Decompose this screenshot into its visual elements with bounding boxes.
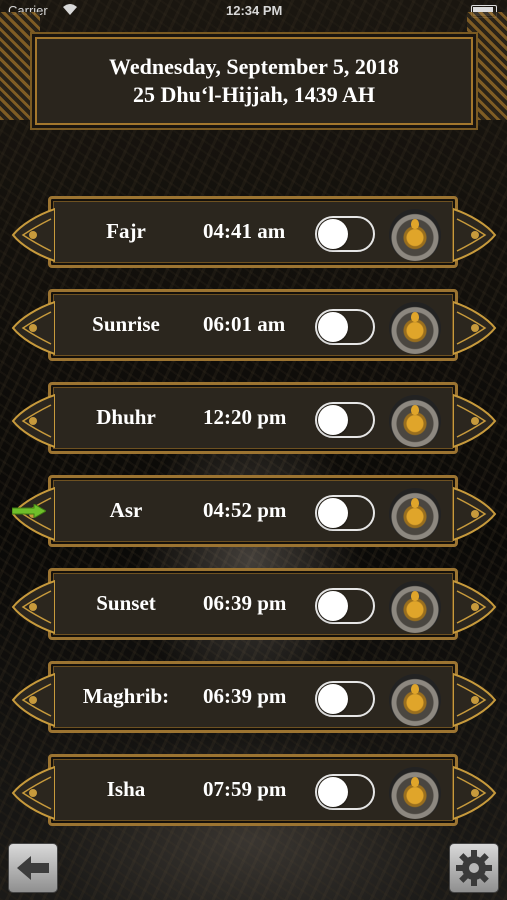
- bell-dial-icon[interactable]: [389, 209, 441, 261]
- settings-button[interactable]: [449, 843, 499, 893]
- toggle-knob: [318, 777, 348, 807]
- bell-dial-icon[interactable]: [389, 674, 441, 726]
- prayer-time: 12:20 pm: [203, 405, 287, 429]
- bell-dial-icon[interactable]: [389, 395, 441, 447]
- prayer-row-isha: Isha 07:59 pm: [11, 754, 497, 826]
- date-header: Wednesday, September 5, 2018 25 Dhu‘l-Hi…: [30, 32, 478, 130]
- right-ornament-icon: [453, 300, 497, 356]
- toggle-knob: [318, 312, 348, 342]
- prayer-time: 06:39 pm: [203, 591, 287, 615]
- alarm-toggle[interactable]: [315, 681, 375, 717]
- prayer-row-sunrise: Sunrise 06:01 am: [11, 289, 497, 361]
- prayer-name: Sunset: [96, 591, 156, 615]
- toggle-knob: [318, 405, 348, 435]
- prayer-row-asr: Asr 04:52 pm: [11, 475, 497, 547]
- prayer-time: 04:52 pm: [203, 498, 287, 522]
- gregorian-date: Wednesday, September 5, 2018: [109, 54, 399, 79]
- alarm-toggle[interactable]: [315, 309, 375, 345]
- alarm-toggle[interactable]: [315, 495, 375, 531]
- left-ornament-icon: [11, 579, 55, 635]
- right-ornament-icon: [453, 672, 497, 728]
- hijri-date: 25 Dhu‘l-Hijjah, 1439 AH: [132, 82, 376, 107]
- right-ornament-icon: [453, 579, 497, 635]
- bell-drop-icon: [411, 219, 419, 229]
- bell-drop-icon: [411, 498, 419, 508]
- bell-dial-icon[interactable]: [389, 767, 441, 819]
- prayer-name: Sunrise: [92, 312, 160, 336]
- prayer-name: Dhuhr: [96, 405, 156, 429]
- bell-drop-icon: [411, 684, 419, 694]
- toggle-knob: [318, 219, 348, 249]
- bell-drop-icon: [411, 312, 419, 322]
- status-bar: Carrier 12:34 PM: [0, 0, 507, 22]
- right-ornament-icon: [453, 393, 497, 449]
- alarm-toggle[interactable]: [315, 216, 375, 252]
- bell-dial-icon[interactable]: [389, 302, 441, 354]
- right-ornament-icon: [453, 486, 497, 542]
- prayer-time: 06:39 pm: [203, 684, 287, 708]
- right-ornament-icon: [453, 207, 497, 263]
- left-arrow-icon: [17, 856, 49, 880]
- prayer-name: Isha: [106, 777, 146, 801]
- left-ornament-icon: [11, 207, 55, 263]
- prayer-time: 06:01 am: [203, 312, 286, 336]
- prayer-row-maghrib: Maghrib: 06:39 pm: [11, 661, 497, 733]
- back-button[interactable]: [8, 843, 58, 893]
- toggle-knob: [318, 591, 348, 621]
- bell-dial-icon[interactable]: [389, 488, 441, 540]
- bell-drop-icon: [411, 405, 419, 415]
- toggle-knob: [318, 684, 348, 714]
- wifi-icon: [62, 2, 78, 19]
- prayer-row-fajr: Fajr 04:41 am: [11, 196, 497, 268]
- toggle-knob: [318, 498, 348, 528]
- prayer-name: Fajr: [106, 219, 146, 243]
- alarm-toggle[interactable]: [315, 402, 375, 438]
- green-arrow-right-icon: [12, 504, 46, 518]
- left-ornament-icon: [11, 672, 55, 728]
- right-ornament-icon: [453, 765, 497, 821]
- bell-drop-icon: [411, 777, 419, 787]
- prayer-name: Maghrib:: [82, 684, 170, 708]
- left-ornament-icon: [11, 765, 55, 821]
- bell-drop-icon: [411, 591, 419, 601]
- prayer-time: 07:59 pm: [203, 777, 287, 801]
- prayer-row-sunset: Sunset 06:39 pm: [11, 568, 497, 640]
- alarm-toggle[interactable]: [315, 588, 375, 624]
- left-ornament-icon: [11, 300, 55, 356]
- prayer-row-dhuhr: Dhuhr 12:20 pm: [11, 382, 497, 454]
- alarm-toggle[interactable]: [315, 774, 375, 810]
- left-ornament-icon: [11, 393, 55, 449]
- prayer-name: Asr: [109, 498, 143, 522]
- status-time: 12:34 PM: [226, 3, 283, 18]
- gear-icon: [456, 850, 492, 886]
- bell-dial-icon[interactable]: [389, 581, 441, 633]
- prayer-time: 04:41 am: [203, 219, 286, 243]
